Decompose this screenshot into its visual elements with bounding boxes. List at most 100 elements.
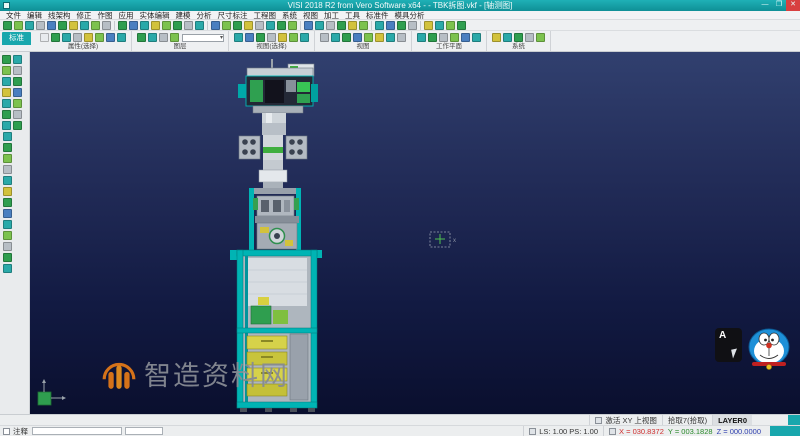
- menu-item[interactable]: 文件: [3, 11, 24, 20]
- toolbar-icon[interactable]: [397, 33, 406, 42]
- toolbar-icon[interactable]: [3, 176, 12, 185]
- note-input[interactable]: [32, 427, 122, 435]
- tab-standard[interactable]: 标准: [2, 32, 31, 45]
- toolbar-icon[interactable]: [424, 21, 433, 30]
- toolbar-icon[interactable]: [3, 21, 12, 30]
- toolbar-icon[interactable]: [3, 143, 12, 152]
- toolbar-icon[interactable]: [503, 33, 512, 42]
- toolbar-icon[interactable]: [3, 198, 12, 207]
- toolbar-icon[interactable]: [397, 21, 406, 30]
- toolbar-icon[interactable]: [288, 21, 297, 30]
- toolbar-icon[interactable]: [184, 21, 193, 30]
- toolbar-icon[interactable]: [159, 33, 168, 42]
- toolbar-icon[interactable]: [289, 33, 298, 42]
- toolbar-icon[interactable]: [13, 110, 22, 119]
- menu-item[interactable]: 修正: [74, 11, 95, 20]
- toolbar-icon[interactable]: [386, 33, 395, 42]
- aux-input[interactable]: [125, 427, 163, 435]
- menu-item[interactable]: 标准件: [363, 11, 392, 20]
- toolbar-icon[interactable]: [326, 21, 335, 30]
- toolbar-icon[interactable]: [244, 21, 253, 30]
- toolbar-icon[interactable]: [3, 154, 12, 163]
- toolbar-icon[interactable]: [3, 132, 12, 141]
- toolbar-icon[interactable]: [435, 21, 444, 30]
- minimize-button[interactable]: —: [758, 0, 772, 11]
- toolbar-icon[interactable]: [2, 110, 11, 119]
- toolbar-icon[interactable]: [222, 21, 231, 30]
- toolbar-icon[interactable]: [348, 21, 357, 30]
- toolbar-icon[interactable]: [255, 21, 264, 30]
- toolbar-icon[interactable]: [173, 21, 182, 30]
- note-checkbox[interactable]: [3, 428, 10, 435]
- toolbar-icon[interactable]: [117, 33, 126, 42]
- menu-item[interactable]: 建模: [173, 11, 194, 20]
- annotation-tool-badge[interactable]: A: [715, 328, 742, 362]
- toolbar-icon[interactable]: [129, 21, 138, 30]
- toolbar-icon[interactable]: [245, 33, 254, 42]
- toolbar-icon[interactable]: [211, 21, 220, 30]
- toolbar-icon[interactable]: [14, 21, 23, 30]
- toolbar-icon[interactable]: [3, 165, 12, 174]
- menu-item[interactable]: 线架构: [45, 11, 74, 20]
- toolbar-icon[interactable]: [2, 55, 11, 64]
- toolbar-icon[interactable]: [536, 33, 545, 42]
- toolbar-icon[interactable]: [2, 88, 11, 97]
- toolbar-icon[interactable]: [106, 33, 115, 42]
- menu-item[interactable]: 应用: [116, 11, 137, 20]
- menu-item[interactable]: 工程图: [251, 11, 280, 20]
- maximize-button[interactable]: ❐: [772, 0, 786, 11]
- menu-item[interactable]: 尺寸标注: [215, 11, 251, 20]
- toolbar-icon[interactable]: [320, 33, 329, 42]
- toolbar-icon[interactable]: [457, 21, 466, 30]
- toolbar-icon[interactable]: [364, 33, 373, 42]
- toolbar-icon[interactable]: [162, 21, 171, 30]
- viewport-3d[interactable]: x 智造资料网 A: [30, 52, 800, 414]
- menu-item[interactable]: 工具: [342, 11, 363, 20]
- toolbar-icon[interactable]: [140, 21, 149, 30]
- toolbar-icon[interactable]: [2, 66, 11, 75]
- toolbar-icon[interactable]: [492, 33, 501, 42]
- toolbar-icon[interactable]: [266, 21, 275, 30]
- toolbar-icon[interactable]: [300, 33, 309, 42]
- toolbar-icon[interactable]: [525, 33, 534, 42]
- toolbar-icon[interactable]: [417, 33, 426, 42]
- toolbar-icon[interactable]: [256, 33, 265, 42]
- toolbar-icon[interactable]: [315, 21, 324, 30]
- layer-dropdown[interactable]: [182, 34, 224, 42]
- menu-item[interactable]: 编辑: [24, 11, 45, 20]
- toolbar-icon[interactable]: [3, 209, 12, 218]
- toolbar-icon[interactable]: [342, 33, 351, 42]
- menu-item[interactable]: 加工: [321, 11, 342, 20]
- toolbar-icon[interactable]: [267, 33, 276, 42]
- toolbar-icon[interactable]: [375, 33, 384, 42]
- toolbar-icon[interactable]: [2, 99, 11, 108]
- toolbar-icon[interactable]: [234, 33, 243, 42]
- toolbar-icon[interactable]: [359, 21, 368, 30]
- menu-item[interactable]: 系统: [279, 11, 300, 20]
- toolbar-icon[interactable]: [3, 187, 12, 196]
- toolbar-icon[interactable]: [3, 242, 12, 251]
- menu-item[interactable]: 视图: [300, 11, 321, 20]
- toolbar-icon[interactable]: [148, 33, 157, 42]
- toolbar-icon[interactable]: [151, 21, 160, 30]
- toolbar-icon[interactable]: [80, 21, 89, 30]
- toolbar-icon[interactable]: [386, 21, 395, 30]
- pick-status[interactable]: 拾取7(拾取): [662, 415, 712, 425]
- toolbar-icon[interactable]: [118, 21, 127, 30]
- toolbar-icon[interactable]: [13, 77, 22, 86]
- toolbar-icon[interactable]: [353, 33, 362, 42]
- toolbar-icon[interactable]: [278, 33, 287, 42]
- toolbar-icon[interactable]: [102, 21, 111, 30]
- menu-item[interactable]: 实体编辑: [137, 11, 173, 20]
- toolbar-icon[interactable]: [91, 21, 100, 30]
- toolbar-icon[interactable]: [40, 33, 49, 42]
- toolbar-icon[interactable]: [73, 33, 82, 42]
- toolbar-icon[interactable]: [84, 33, 93, 42]
- toolbar-icon[interactable]: [13, 55, 22, 64]
- toolbar-icon[interactable]: [62, 33, 71, 42]
- toolbar-icon[interactable]: [47, 21, 56, 30]
- toolbar-icon[interactable]: [450, 33, 459, 42]
- toolbar-icon[interactable]: [3, 231, 12, 240]
- toolbar-icon[interactable]: [304, 21, 313, 30]
- toolbar-icon[interactable]: [51, 33, 60, 42]
